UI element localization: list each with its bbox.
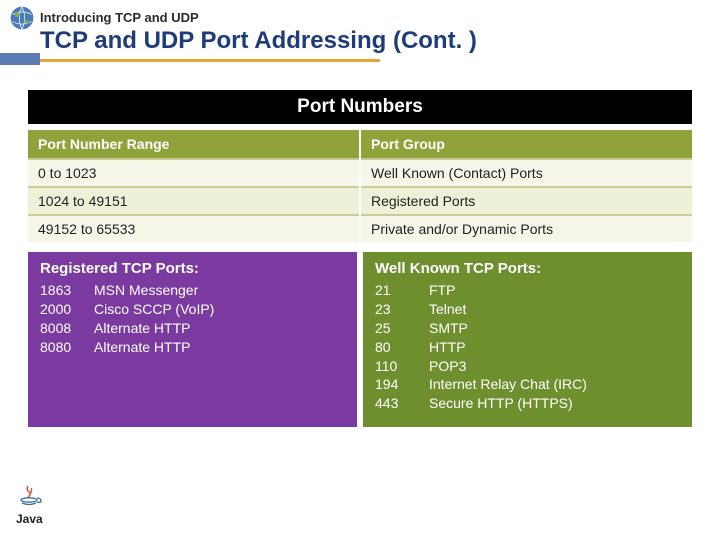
port-number: 443 [375,394,429,413]
port-panels: Registered TCP Ports: 1863MSN Messenger … [28,252,692,427]
java-cup-icon [16,485,44,505]
cell-range: 0 to 1023 [28,159,360,187]
port-name: Internet Relay Chat (IRC) [429,375,680,394]
list-item: 8080Alternate HTTP [40,338,345,357]
port-number: 21 [375,281,429,300]
table-row: 1024 to 49151 Registered Ports [28,187,692,215]
list-item: 80HTTP [375,338,680,357]
port-name: FTP [429,281,680,300]
page-title: TCP and UDP Port Addressing (Cont. ) [40,27,720,55]
port-name: Alternate HTTP [94,338,345,357]
list-item: 8008Alternate HTTP [40,319,345,338]
java-logo: Java [16,485,64,526]
section-title: Port Numbers [28,90,692,124]
globe-icon [8,4,36,32]
panel-title: Well Known TCP Ports: [375,260,680,277]
port-number: 23 [375,300,429,319]
port-name: Telnet [429,300,680,319]
breadcrumb-heading: Introducing TCP and UDP [40,10,720,25]
port-range-table: Port Number Range Port Group 0 to 1023 W… [28,130,692,242]
port-name: POP3 [429,357,680,376]
list-item: 21FTP [375,281,680,300]
port-name: SMTP [429,319,680,338]
list-item: 1863MSN Messenger [40,281,345,300]
port-number: 80 [375,338,429,357]
list-item: 25SMTP [375,319,680,338]
table-header-group: Port Group [360,130,692,159]
cell-group: Well Known (Contact) Ports [360,159,692,187]
port-number: 1863 [40,281,94,300]
port-number: 25 [375,319,429,338]
port-name: MSN Messenger [94,281,345,300]
list-item: 23Telnet [375,300,680,319]
port-name: Secure HTTP (HTTPS) [429,394,680,413]
port-number: 194 [375,375,429,394]
cell-group: Private and/or Dynamic Ports [360,215,692,242]
title-underline [0,59,380,62]
port-number: 2000 [40,300,94,319]
cell-range: 49152 to 65533 [28,215,360,242]
registered-ports-panel: Registered TCP Ports: 1863MSN Messenger … [28,252,357,427]
port-number: 8008 [40,319,94,338]
list-item: 194Internet Relay Chat (IRC) [375,375,680,394]
table-header-range: Port Number Range [28,130,360,159]
list-item: 2000Cisco SCCP (VoIP) [40,300,345,319]
panel-title: Registered TCP Ports: [40,260,345,277]
table-row: 49152 to 65533 Private and/or Dynamic Po… [28,215,692,242]
port-name: HTTP [429,338,680,357]
list-item: 443Secure HTTP (HTTPS) [375,394,680,413]
cell-range: 1024 to 49151 [28,187,360,215]
port-name: Alternate HTTP [94,319,345,338]
port-number: 8080 [40,338,94,357]
port-number: 110 [375,357,429,376]
table-row: 0 to 1023 Well Known (Contact) Ports [28,159,692,187]
slide-header: Introducing TCP and UDP TCP and UDP Port… [0,0,720,62]
port-name: Cisco SCCP (VoIP) [94,300,345,319]
cell-group: Registered Ports [360,187,692,215]
wellknown-ports-panel: Well Known TCP Ports: 21FTP 23Telnet 25S… [363,252,692,427]
list-item: 110POP3 [375,357,680,376]
java-logo-text: Java [16,512,64,526]
